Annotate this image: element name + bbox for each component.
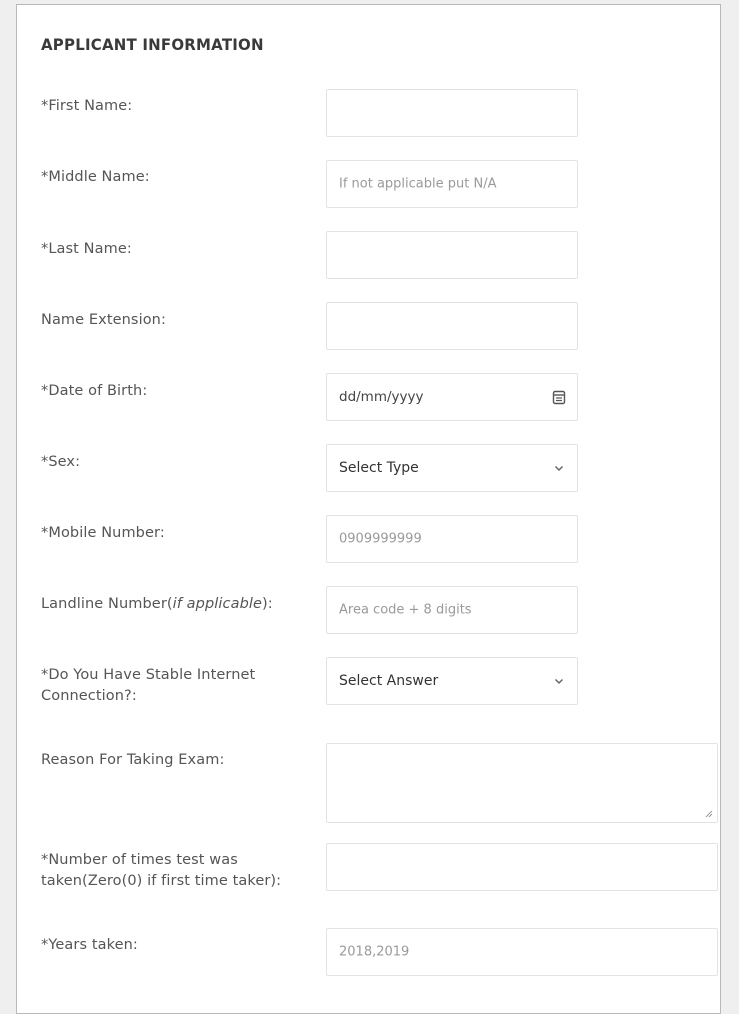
landline-label-italic: if applicable: [172, 596, 263, 612]
times-taken-input[interactable]: [326, 843, 718, 891]
years-taken-label: *Years taken:: [41, 937, 138, 953]
times-taken-label-line2: taken(Zero(0) if first time taker):: [41, 873, 282, 889]
first-name-label: *First Name:: [41, 98, 133, 114]
years-taken-placeholder: 2018,2019: [339, 944, 410, 960]
mobile-number-label: *Mobile Number:: [41, 525, 165, 541]
landline-number-placeholder: Area code + 8 digits: [339, 602, 472, 618]
stable-internet-select[interactable]: Select Answer: [326, 657, 578, 705]
landline-label-suffix: ):: [262, 596, 273, 612]
calendar-icon[interactable]: [551, 389, 567, 405]
middle-name-label: *Middle Name:: [41, 169, 150, 185]
chevron-down-icon: [554, 465, 564, 472]
resize-handle-icon[interactable]: [705, 810, 713, 818]
first-name-input[interactable]: [326, 89, 578, 137]
middle-name-placeholder: If not applicable put N/A: [339, 176, 497, 192]
stable-internet-label: *Do You Have Stable Internet Connection?…: [41, 665, 255, 707]
landline-number-label: Landline Number(if applicable):: [41, 594, 273, 615]
stable-internet-selected-value: Select Answer: [339, 673, 439, 689]
mobile-number-input[interactable]: 0909999999: [326, 515, 578, 563]
date-of-birth-input[interactable]: dd/mm/yyyy: [326, 373, 578, 421]
landline-number-input[interactable]: Area code + 8 digits: [326, 586, 578, 634]
reason-label: Reason For Taking Exam:: [41, 752, 225, 768]
chevron-down-icon: [554, 678, 564, 685]
section-title: APPLICANT INFORMATION: [41, 35, 264, 55]
name-extension-label: Name Extension:: [41, 312, 166, 328]
stable-internet-label-line1: *Do You Have Stable Internet: [41, 667, 256, 683]
middle-name-input[interactable]: If not applicable put N/A: [326, 160, 578, 208]
sex-label: *Sex:: [41, 454, 81, 470]
date-of-birth-placeholder: dd/mm/yyyy: [339, 389, 424, 405]
sex-selected-value: Select Type: [339, 460, 419, 476]
reason-textarea[interactable]: [326, 743, 718, 823]
stable-internet-label-line2: Connection?:: [41, 688, 137, 704]
times-taken-label: *Number of times test was taken(Zero(0) …: [41, 850, 281, 892]
times-taken-label-line1: *Number of times test was: [41, 852, 238, 868]
sex-select[interactable]: Select Type: [326, 444, 578, 492]
date-of-birth-label: *Date of Birth:: [41, 383, 148, 399]
years-taken-input[interactable]: 2018,2019: [326, 928, 718, 976]
mobile-number-placeholder: 0909999999: [339, 531, 422, 547]
last-name-input[interactable]: [326, 231, 578, 279]
landline-label-prefix: Landline Number(: [41, 596, 173, 612]
name-extension-input[interactable]: [326, 302, 578, 350]
last-name-label: *Last Name:: [41, 241, 132, 257]
